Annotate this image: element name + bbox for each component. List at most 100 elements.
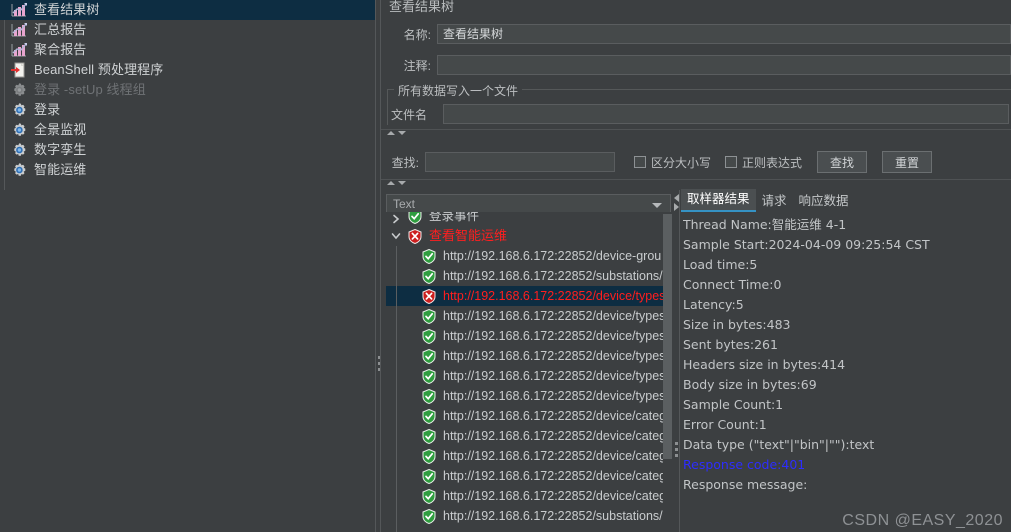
chevron-up-icon[interactable] — [387, 181, 395, 185]
chevron-right-icon[interactable] — [674, 203, 679, 211]
results-tree-row[interactable]: 查看智能运维 — [386, 226, 663, 246]
name-label: 名称: — [403, 27, 431, 42]
reset-button[interactable]: 重置 — [882, 151, 933, 173]
comment-input[interactable] — [437, 55, 1011, 75]
results-tree-row[interactable]: http://192.168.6.172:22852/substations/ — [386, 266, 663, 286]
results-detail-splitter-line — [679, 190, 680, 532]
chevron-left-icon[interactable] — [674, 194, 679, 202]
gear-icon-disabled — [10, 81, 28, 99]
results-tree-row[interactable]: http://192.168.6.172:22852/device/types — [386, 286, 663, 306]
search-input[interactable] — [425, 152, 615, 172]
name-field-row: 名称: 查看结果树 — [381, 24, 1011, 44]
results-tree-row-label: http://192.168.6.172:22852/device/types — [443, 389, 663, 403]
tab-1[interactable]: 请求 — [756, 191, 793, 212]
results-tree-scrollbar[interactable] — [663, 212, 672, 532]
gear-icon — [10, 161, 28, 179]
result-tabs[interactable]: 取样器结果 请求 响应数据 — [681, 189, 855, 212]
chevron-down-icon[interactable] — [398, 181, 406, 185]
results-tree-row[interactable]: http://192.168.6.172:22852/substations/ — [386, 506, 663, 526]
splitter-collapse-arrows[interactable] — [387, 131, 406, 135]
results-tree-row[interactable]: http://192.168.6.172:22852/device/categ — [386, 406, 663, 426]
results-tree-row[interactable]: http://192.168.6.172:22852/device/categ — [386, 446, 663, 466]
results-tree-row[interactable]: http://192.168.6.172:22852/device/categ — [386, 426, 663, 446]
comment-field-row: 注释: — [381, 55, 1011, 75]
sampler-result-line: Thread Name:智能运维 4-1 — [683, 217, 847, 232]
filename-label: 文件名 — [391, 107, 428, 122]
sampler-result-line: Response message: — [683, 477, 808, 492]
success-shield-icon — [422, 328, 436, 344]
jmeter-window: 查看结果树 汇总报告 聚合报告 BeanShell 预处理程序 登录 -setUp 线程… — [0, 0, 1011, 532]
results-tree-list[interactable]: 登录事件 查看智能运维 http://192.168.6.172:22852/dev… — [386, 212, 663, 532]
sidebar-item-8[interactable]: 智能运维 — [0, 160, 375, 180]
results-tree-row-label: http://192.168.6.172:22852/device/categ — [443, 429, 663, 443]
test-plan-tree[interactable]: 查看结果树汇总报告聚合报告 BeanShell 预处理程序登录 -setUp 线程… — [0, 0, 375, 532]
chevron-down-icon[interactable] — [652, 203, 662, 208]
chevron-down-icon[interactable] — [390, 230, 402, 242]
renderer-select[interactable]: Text — [386, 194, 671, 214]
sidebar-item-label: 智能运维 — [34, 162, 87, 177]
splitter-grip-dot — [675, 442, 678, 445]
sidebar-item-label: BeanShell 预处理程序 — [34, 62, 164, 77]
sidebar-item-7[interactable]: 数字孪生 — [0, 140, 375, 160]
name-input[interactable]: 查看结果树 — [437, 24, 1011, 44]
results-tree-scrollbar-thumb[interactable] — [663, 214, 672, 459]
results-tree-row[interactable]: http://192.168.6.172:22852/device/categ — [386, 466, 663, 486]
splitter-collapse-arrows-2[interactable] — [387, 181, 406, 185]
write-all-data-to-file-title: 所有数据写入一个文件 — [394, 82, 523, 99]
case-sensitive-checkbox[interactable] — [634, 156, 646, 168]
sampler-result-line: Error Count:1 — [683, 417, 767, 432]
success-shield-icon — [422, 508, 436, 524]
sidebar-item-label: 聚合报告 — [34, 42, 87, 57]
horizontal-splitter-bottom[interactable] — [381, 179, 1011, 188]
results-tree-row-label: http://192.168.6.172:22852/device/types — [443, 309, 663, 323]
results-tree-row[interactable]: http://192.168.6.172:22852/device/types — [386, 346, 663, 366]
sidebar-item-label: 查看结果树 — [34, 2, 100, 17]
sampler-result-line: Sample Count:1 — [683, 397, 784, 412]
sidebar-item-6[interactable]: 全景监视 — [0, 120, 375, 140]
results-tree-row-label: http://192.168.6.172:22852/device/types — [443, 289, 663, 303]
results-tree-row[interactable]: http://192.168.6.172:22852/device/types — [386, 386, 663, 406]
regex-checkbox[interactable] — [725, 156, 738, 168]
results-tree-row[interactable]: http://192.168.6.172:22852/device/types — [386, 326, 663, 346]
results-tree-row-label: http://192.168.6.172:22852/substations/ — [443, 269, 663, 283]
sampler-result-detail[interactable]: Thread Name:智能运维 4-1 Sample Start:2024-04… — [683, 215, 1011, 532]
sampler-result-line: Response code:401 — [683, 457, 806, 472]
tab-0[interactable]: 取样器结果 — [681, 189, 756, 212]
sampler-result-line: Size in bytes:483 — [683, 317, 791, 332]
watermark: CSDN @EASY_2020 — [842, 512, 1003, 529]
chart-icon — [10, 1, 28, 19]
splitter-grip-dot — [675, 448, 678, 451]
horizontal-splitter-top[interactable] — [381, 129, 1011, 138]
results-tree-row-label: http://192.168.6.172:22852/substations/ — [443, 509, 663, 523]
filename-input[interactable] — [443, 104, 1009, 124]
success-shield-icon — [422, 388, 436, 404]
results-tree-row[interactable]: http://192.168.6.172:22852/device-grou — [386, 246, 663, 266]
splitter-grip-dot — [675, 454, 678, 457]
search-label: 查找: — [391, 155, 419, 170]
chevron-right-icon[interactable] — [390, 213, 402, 225]
chevron-up-icon[interactable] — [387, 131, 395, 135]
error-shield-icon — [408, 228, 422, 244]
success-shield-icon — [422, 428, 436, 444]
case-sensitive-label: 区分大小写 — [651, 155, 712, 170]
sidebar-item-4[interactable]: 登录 -setUp 线程组 — [0, 80, 375, 100]
find-button[interactable]: 查找 — [817, 151, 868, 173]
sidebar-item-5[interactable]: 登录 — [0, 100, 375, 120]
results-tree-row[interactable]: 登录事件 — [386, 212, 663, 226]
sidebar-item-3[interactable]: BeanShell 预处理程序 — [0, 60, 375, 80]
sampler-result-line: Latency:5 — [683, 297, 744, 312]
sidebar-item-2[interactable]: 聚合报告 — [0, 40, 375, 60]
sampler-result-line: Data type ("text"|"bin"|""):text — [683, 437, 875, 452]
tab-scroll-buttons[interactable] — [672, 191, 681, 212]
results-tree-row[interactable]: http://192.168.6.172:22852/device/types — [386, 366, 663, 386]
success-shield-icon — [422, 348, 436, 364]
success-shield-icon — [422, 448, 436, 464]
results-tree-row[interactable]: http://192.168.6.172:22852/device/types — [386, 306, 663, 326]
gear-icon — [10, 101, 28, 119]
tab-2[interactable]: 响应数据 — [793, 191, 855, 212]
sidebar-item-0[interactable]: 查看结果树 — [0, 0, 375, 20]
results-tree-row[interactable]: http://192.168.6.172:22852/device/categ — [386, 486, 663, 506]
results-tree-row-label: http://192.168.6.172:22852/device/categ — [443, 489, 663, 503]
sidebar-item-1[interactable]: 汇总报告 — [0, 20, 375, 40]
chevron-down-icon[interactable] — [398, 131, 406, 135]
